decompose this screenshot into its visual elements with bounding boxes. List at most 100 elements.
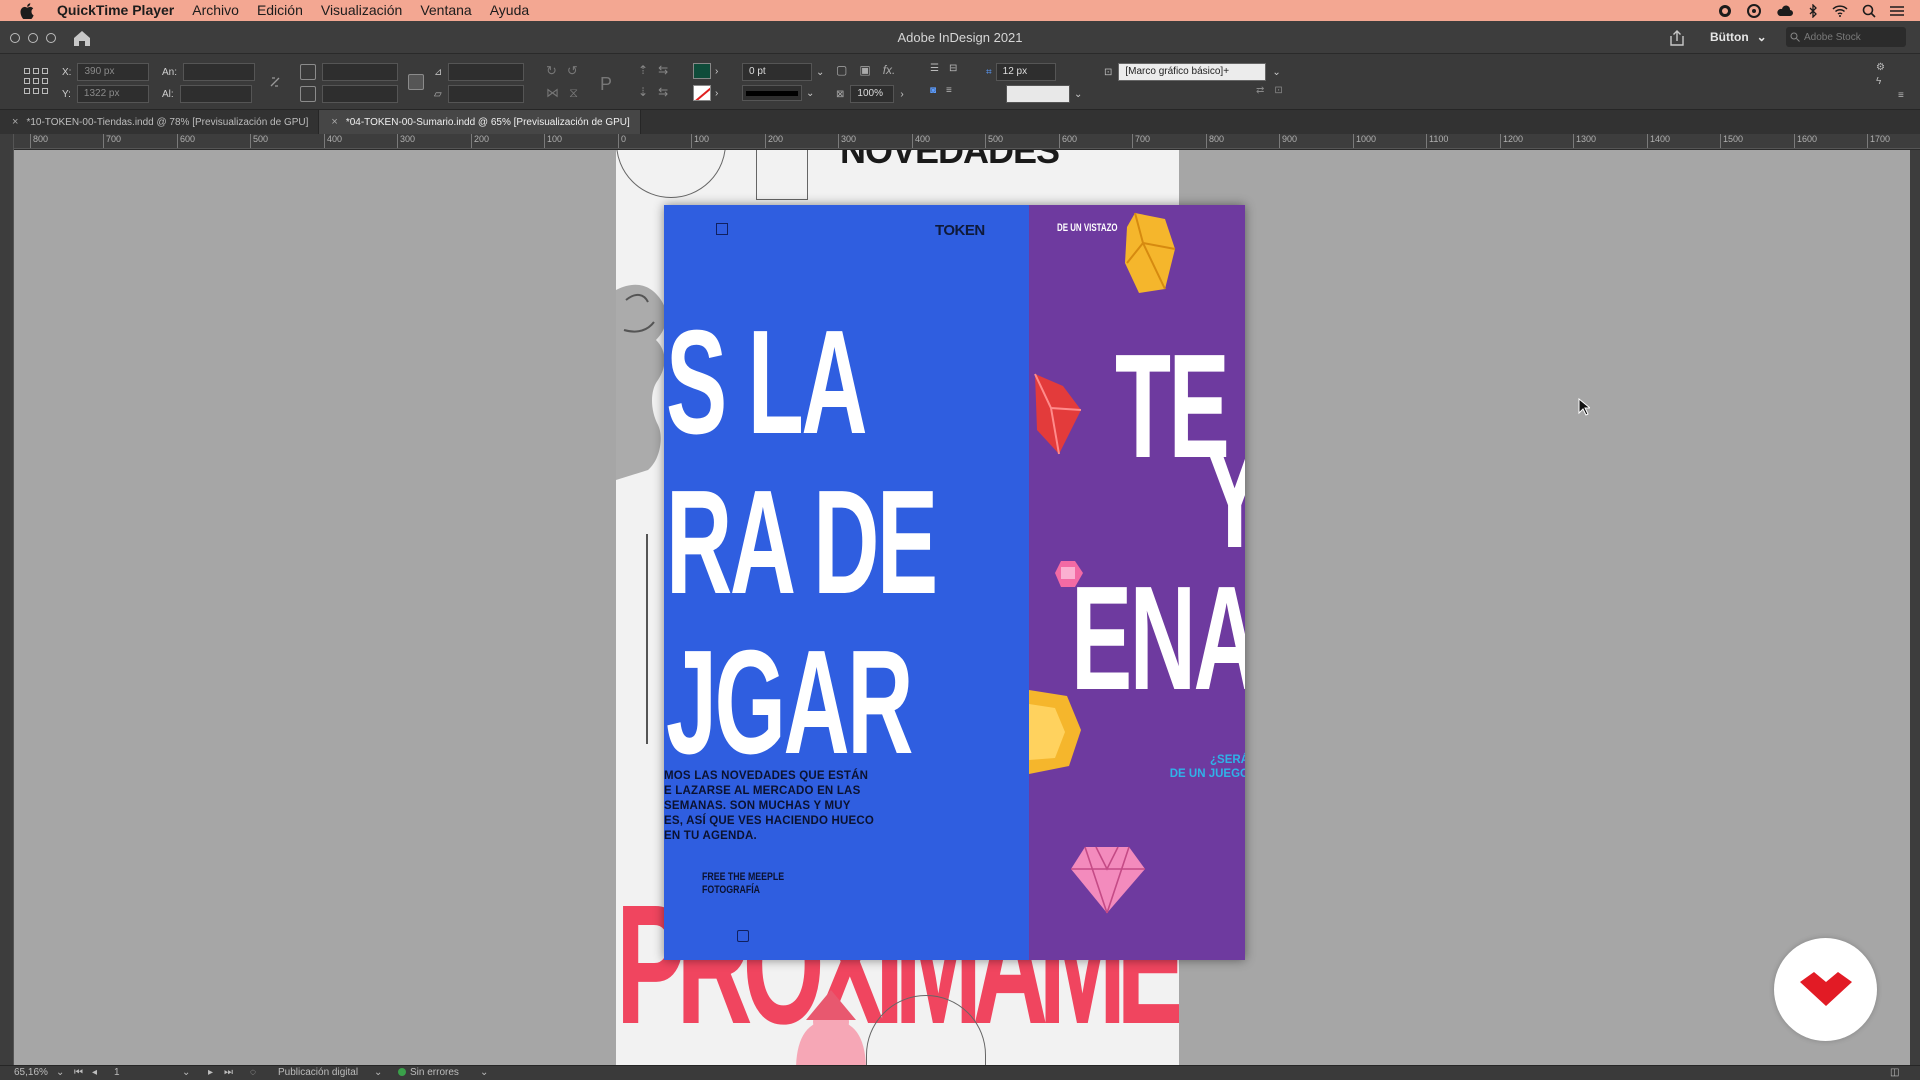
drop-shadow-icon[interactable]: ▣ [859,63,870,77]
cloud-icon[interactable] [1776,4,1794,17]
chevron-down-icon[interactable]: ⌄ [816,67,824,78]
purple-headline-2: Y [1204,423,1245,571]
wrap-bbox-icon[interactable]: ⊟ [949,63,957,74]
wrap-none-icon[interactable]: ☰ [930,63,939,74]
chevron-down-icon[interactable]: ⌄ [1272,67,1280,78]
chevron-down-icon[interactable]: ⌄ [480,1067,488,1078]
control-center-icon[interactable] [1890,5,1904,17]
preflight-status[interactable]: Sin errores [398,1067,459,1078]
section-label: DE UN VISTAZO [1057,222,1118,234]
prev-page-icon[interactable]: ◂ [92,1067,97,1078]
chevron-down-icon[interactable]: ⌄ [1074,89,1082,100]
stroke-weight-field[interactable]: 0 pt [742,63,812,81]
next-page-icon[interactable]: ▸ [208,1067,213,1078]
scale-y-field[interactable] [322,85,398,103]
tab-sumario[interactable]: × *04-TOKEN-00-Sumario.indd @ 65% [Previ… [319,110,641,134]
rotate-group: ⊿ [434,63,525,81]
wrap-shape-icon[interactable]: ◙ [930,85,936,96]
close-tab-icon[interactable]: × [12,116,18,128]
scale-y-group [300,85,398,103]
scale-x-field[interactable] [322,63,398,81]
ruler-tick: 600 [177,134,195,148]
bluetooth-icon[interactable] [1808,3,1818,18]
spotlight-icon[interactable] [1862,4,1876,18]
x-position-field[interactable]: 390 px [77,63,150,81]
blue-page[interactable]: TOKEN S LA RA DE JGAR MOS LAS NOVEDADES … [664,205,1029,960]
width-field[interactable] [183,63,256,81]
horizontal-ruler[interactable]: 800 700 600 500 400 300 200 100 0 100 20… [14,134,1920,149]
opacity-field[interactable]: 100% [850,85,895,103]
rotate-field[interactable] [448,63,525,81]
lightning-icon[interactable]: ϟ [1876,76,1881,87]
close-tab-icon[interactable]: × [331,116,337,128]
menu-visualizacion[interactable]: Visualización [312,0,411,21]
clear-overrides-icon[interactable]: ⇄ [1256,85,1264,96]
y-position-field[interactable]: 1322 px [76,85,149,103]
stroke-preview-dropdown[interactable] [1006,85,1070,103]
record-icon[interactable] [1718,4,1732,18]
fill-arrow-icon[interactable]: › [715,66,718,77]
fill-swatch[interactable] [693,63,711,79]
stroke-arrow-icon[interactable]: › [715,88,718,99]
fx-icon[interactable]: fx. [883,63,896,77]
vertical-ruler[interactable] [0,134,14,1065]
ruler-tick: 1200 [1500,134,1523,148]
purple-page[interactable]: DE UN VISTAZO TE Y ENA ¿SERÁ DE UN JUEGO [1029,205,1245,960]
heart-logo-icon [1799,971,1852,1006]
chevron-down-icon[interactable]: ⌄ [374,1067,382,1078]
opacity-group: ⊠ 100% › [836,85,904,103]
constrain-link-icon[interactable] [268,74,284,90]
menu-ayuda[interactable]: Ayuda [481,0,538,21]
new-style-icon[interactable]: ⊡ [1274,85,1282,96]
select-content-icon[interactable]: ⇣ [638,85,648,99]
adobe-stock-search[interactable]: Adobe Stock [1786,27,1906,47]
open-page-icon[interactable]: ◌ [250,1067,256,1078]
direction-p-icon: P [600,74,613,94]
chevron-down-icon[interactable]: ⌄ [182,1067,190,1078]
apple-icon[interactable] [18,2,36,20]
flip-horizontal-icon[interactable]: ⋈ [546,85,559,101]
select-container-icon[interactable]: ⇡ [638,63,648,77]
opacity-arrow-icon[interactable]: › [900,89,903,100]
page-number-field[interactable]: 1 [114,1067,120,1078]
offset-field[interactable]: 12 px [995,63,1056,81]
menu-ventana[interactable]: Ventana [411,0,480,21]
shear-field[interactable] [447,85,524,103]
workspace-switcher[interactable]: Bütton ⌄ [1710,30,1767,44]
last-page-icon[interactable]: ⏭ [224,1067,233,1078]
tab-tiendas[interactable]: × *10-TOKEN-00-Tiendas.indd @ 78% [Previ… [0,110,320,134]
select-next-icon[interactable]: ⇆ [658,85,668,99]
panel-toggle-icon[interactable]: ◫ [1890,1067,1899,1078]
preflight-ok-icon [398,1068,406,1076]
reference-point-grid[interactable] [24,68,50,94]
first-page-icon[interactable]: ⏮ [74,1067,83,1078]
chevron-down-icon[interactable]: ⌄ [56,1067,64,1078]
panel-menu-icon[interactable]: ≡ [1898,90,1904,101]
vertical-scrollbar[interactable] [1910,150,1920,1065]
select-previous-icon[interactable]: ⇆ [658,63,668,77]
height-label: Al: [162,88,174,100]
menu-archivo[interactable]: Archivo [183,0,248,21]
creative-cloud-icon[interactable] [1746,3,1762,18]
document-canvas[interactable]: NOVEDADES PROXIMAMENTE TOKEN S LA RA DE … [14,150,1910,1065]
selected-spread[interactable]: TOKEN S LA RA DE JGAR MOS LAS NOVEDADES … [664,205,1245,960]
zoom-level[interactable]: 65,16% [14,1067,48,1078]
height-field[interactable] [179,85,252,103]
stroke-swatch-none[interactable] [693,85,711,101]
object-style-dropdown[interactable]: [Marco gráfico básico]+ [1118,63,1267,81]
rotate-cw-icon[interactable]: ↻ [546,63,557,79]
publication-mode[interactable]: Publicación digital [278,1067,358,1078]
frame-fitting-icon[interactable]: ▢ [836,63,847,77]
chevron-down-icon[interactable]: ⌄ [806,88,814,99]
wrap-jump-icon[interactable]: ≡ [946,85,952,96]
wifi-icon[interactable] [1832,4,1848,17]
flip-vertical-icon[interactable]: ⧖ [569,85,578,101]
share-icon[interactable] [1668,29,1686,47]
constrain-scale-icon[interactable] [408,74,424,90]
rotate-ccw-icon[interactable]: ↺ [567,63,578,79]
menu-edicion[interactable]: Edición [248,0,312,21]
stroke-type-dropdown[interactable] [742,85,802,101]
ruler-tick: 800 [30,134,48,148]
panel-settings-icon[interactable]: ⚙ [1876,62,1885,73]
menu-app-name[interactable]: QuickTime Player [48,0,183,21]
